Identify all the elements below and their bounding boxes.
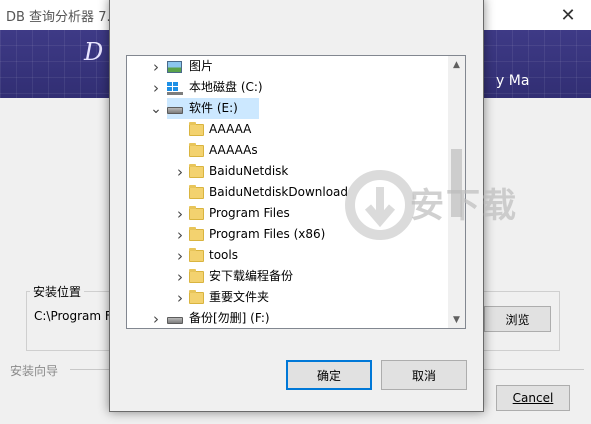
scroll-up-icon[interactable]: ▲ bbox=[448, 56, 465, 73]
browse-button[interactable]: 浏览 bbox=[484, 306, 551, 332]
tree-item[interactable]: › 备份[勿删] (F:) bbox=[127, 308, 447, 328]
guide-divider bbox=[70, 369, 110, 370]
folder-icon bbox=[189, 143, 204, 157]
folder-icon bbox=[189, 248, 204, 262]
folder-icon bbox=[189, 227, 204, 241]
drive-icon bbox=[167, 107, 183, 114]
tree-item[interactable]: AAAAAs bbox=[127, 140, 447, 161]
pictures-icon bbox=[167, 61, 182, 73]
tree-item[interactable]: › 安下载编程备份 bbox=[127, 266, 447, 287]
ok-button[interactable]: 确定 bbox=[286, 360, 372, 390]
tree-item-label: BaiduNetdisk bbox=[209, 164, 289, 178]
tree-item-label: 图片 bbox=[189, 59, 214, 73]
folder-icon bbox=[189, 290, 204, 304]
scroll-down-icon[interactable]: ▼ bbox=[448, 311, 465, 328]
tree-item[interactable]: › tools bbox=[127, 245, 447, 266]
banner-right-text: y Ma bbox=[496, 73, 530, 89]
chevron-right-icon[interactable]: › bbox=[175, 287, 185, 308]
installer-cancel-label: Cancel bbox=[512, 391, 554, 405]
install-location-label: 安装位置 bbox=[30, 283, 85, 300]
drive-icon bbox=[167, 317, 183, 324]
tree-item-label: BaiduNetdiskDownload bbox=[209, 185, 349, 199]
watermark-text: 安下载 bbox=[410, 186, 518, 226]
chevron-right-icon[interactable]: › bbox=[175, 224, 185, 245]
tree-item-label: tools bbox=[209, 248, 238, 262]
dialog-cancel-button[interactable]: 取消 bbox=[381, 360, 467, 390]
tree-item-label: 重要文件夹 bbox=[209, 290, 270, 304]
folder-icon bbox=[189, 269, 204, 283]
tree-item-label: 备份[勿删] (F:) bbox=[189, 311, 270, 325]
installer-cancel-button[interactable]: Cancel bbox=[496, 385, 570, 411]
chevron-right-icon[interactable]: › bbox=[175, 266, 185, 287]
close-icon[interactable]: ✕ bbox=[545, 0, 591, 30]
chevron-right-icon[interactable]: › bbox=[175, 203, 185, 224]
chevron-down-icon[interactable]: ⌄ bbox=[150, 98, 162, 119]
guide-divider-right bbox=[484, 369, 584, 370]
tree-item-label: AAAAA bbox=[209, 122, 252, 136]
tree-item-label: Program Files (x86) bbox=[209, 227, 326, 241]
guide-label: 安装向导 bbox=[10, 364, 59, 378]
tree-item[interactable]: ⌄ 软件 (E:) bbox=[150, 98, 259, 119]
tree-item-label: 安下载编程备份 bbox=[209, 269, 294, 283]
chevron-right-icon[interactable]: › bbox=[175, 245, 185, 266]
tree-item[interactable]: › 重要文件夹 bbox=[127, 287, 447, 308]
chevron-right-icon[interactable]: › bbox=[175, 161, 185, 182]
folder-icon bbox=[189, 164, 204, 178]
tree-item[interactable]: AAAAA bbox=[127, 119, 447, 140]
folder-icon bbox=[189, 206, 204, 220]
windows-drive-icon bbox=[167, 82, 183, 95]
tree-item[interactable]: › 本地磁盘 (C:) bbox=[127, 77, 447, 98]
banner-left-text: D bbox=[84, 38, 104, 66]
tree-item-label: Program Files bbox=[209, 206, 290, 220]
tree-item-label: AAAAAs bbox=[209, 143, 258, 157]
tree-item-label: 本地磁盘 (C:) bbox=[189, 80, 263, 94]
chevron-right-icon[interactable]: › bbox=[151, 77, 161, 98]
tree-item-label: 软件 (E:) bbox=[189, 101, 238, 115]
watermark-logo bbox=[345, 170, 415, 240]
chevron-right-icon[interactable]: › bbox=[151, 308, 161, 328]
folder-icon bbox=[189, 122, 204, 136]
folder-icon bbox=[189, 185, 204, 199]
chevron-right-icon[interactable]: › bbox=[151, 56, 161, 77]
tree-item[interactable]: › 图片 bbox=[127, 56, 447, 77]
